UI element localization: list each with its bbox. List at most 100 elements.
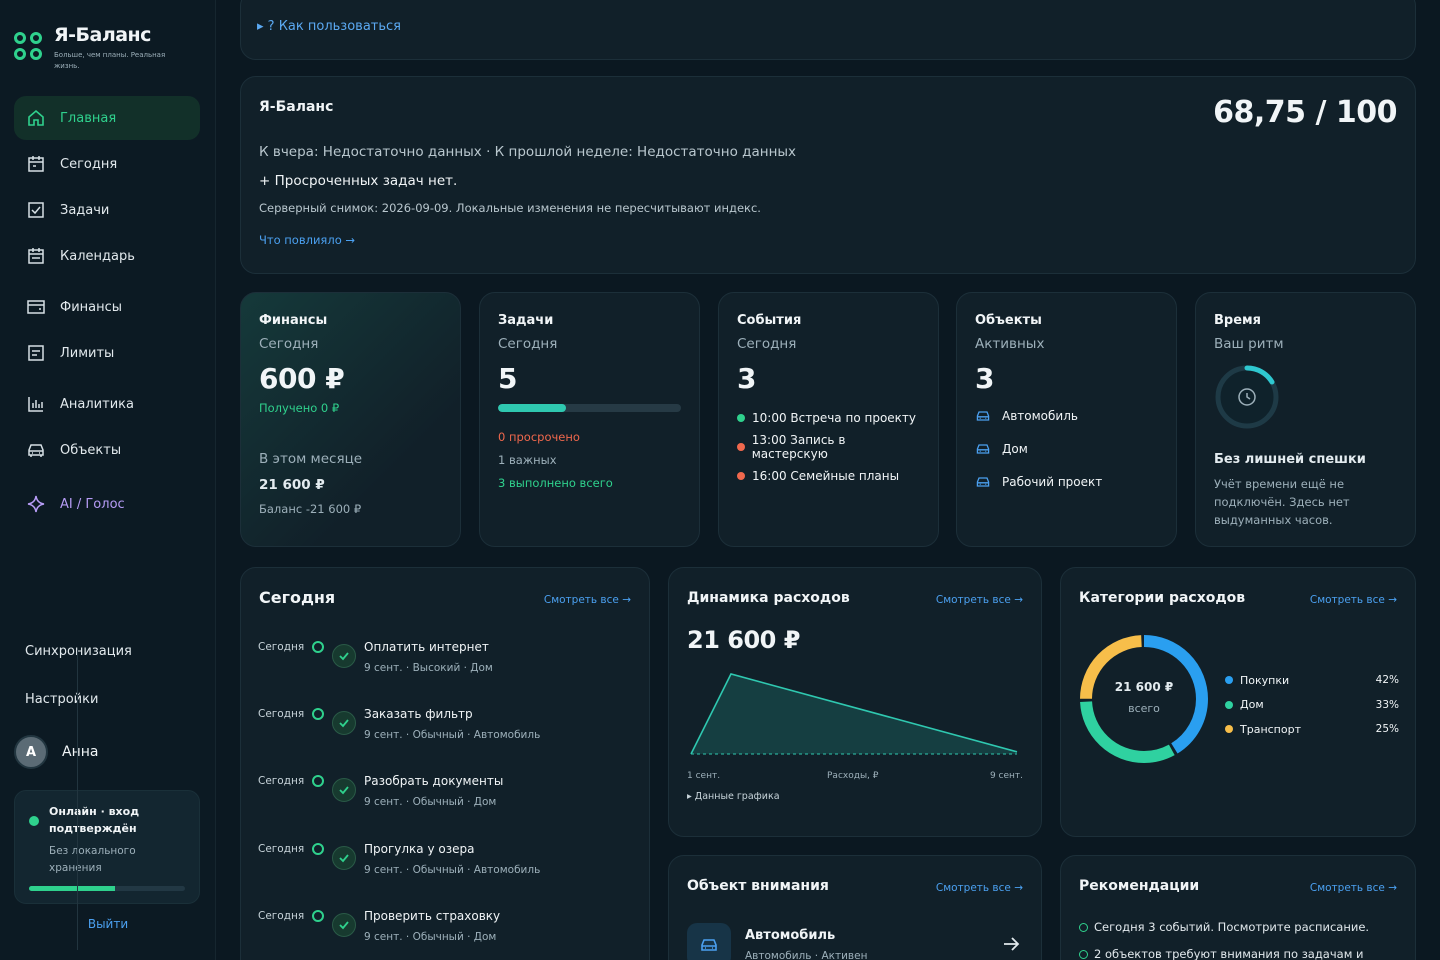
object-item[interactable]: Автомобиль bbox=[975, 399, 1158, 432]
event-item[interactable]: 13:00 Запись в мастерскую bbox=[737, 432, 920, 461]
task-item[interactable]: Сегодня Оплатить интернет 9 сент. · Высоки… bbox=[258, 640, 638, 701]
events-stat-card[interactable]: События Сегодня 3 10:00 Встреча по проек… bbox=[718, 292, 939, 547]
object-item[interactable]: Дом bbox=[975, 432, 1158, 465]
timeline-line bbox=[77, 650, 78, 950]
focus-object-panel: Объект внимания Смотреть все → Автомобил… bbox=[668, 855, 1042, 960]
legend-dot bbox=[1225, 700, 1233, 709]
task-meta: 9 сент. · Обычный · Дом bbox=[364, 930, 497, 943]
see-all-link[interactable]: Смотреть все → bbox=[1310, 594, 1397, 606]
see-all-link[interactable]: Смотреть все → bbox=[936, 594, 1023, 606]
arrow-right-icon[interactable] bbox=[1001, 934, 1021, 954]
task-done-checkbox[interactable] bbox=[332, 711, 356, 736]
nav-item-today[interactable]: Сегодня bbox=[14, 142, 200, 186]
nav-item-calendar[interactable]: Календарь bbox=[14, 234, 200, 278]
how-to-use-toggle[interactable]: ▸ ? Как пользоваться bbox=[240, 0, 1416, 60]
stat-title: Время bbox=[1214, 313, 1262, 328]
task-when: Сегодня bbox=[258, 775, 305, 788]
expense-area-chart[interactable] bbox=[687, 668, 1023, 764]
see-all-link[interactable]: Смотреть все → bbox=[544, 594, 631, 606]
nav-item-limits[interactable]: Лимиты bbox=[14, 331, 200, 375]
categories-legend: Покупки 42% Дом 33% Транспорт 25% bbox=[1225, 668, 1399, 742]
nav-item-analytics[interactable]: Аналитика bbox=[14, 382, 200, 426]
task-when: Сегодня bbox=[258, 909, 305, 922]
task-when: Сегодня bbox=[258, 708, 305, 721]
object-item[interactable]: Рабочий проект bbox=[975, 465, 1158, 498]
balance-text: Баланс -21 600 ₽ bbox=[259, 502, 362, 516]
task-item[interactable]: Сегодня Проверить страховку 9 сент. · Обыч… bbox=[258, 908, 638, 960]
legend-pct: 33% bbox=[1375, 698, 1399, 711]
event-item[interactable]: 16:00 Семейные планы bbox=[737, 461, 920, 490]
task-done-checkbox[interactable] bbox=[332, 912, 356, 937]
task-done-checkbox[interactable] bbox=[332, 644, 356, 668]
time-text: Учёт времени ещё не подключён. Здесь нет… bbox=[1214, 477, 1350, 527]
objects-stat-card[interactable]: Объекты Активных 3 Автомобиль Дом Рабочи… bbox=[956, 292, 1177, 547]
nav-item-objects[interactable]: Объекты bbox=[14, 428, 200, 472]
task-name: Оплатить интернет bbox=[364, 640, 489, 654]
donut-center-label: всего bbox=[1128, 702, 1160, 715]
list-icon bbox=[25, 342, 47, 364]
see-all-link[interactable]: Смотреть все → bbox=[1310, 882, 1397, 894]
nav-item-tasks[interactable]: Задачи bbox=[14, 188, 200, 232]
recommendation-item[interactable]: 2 объектов требуют внимания по задачам и bbox=[1079, 947, 1364, 960]
finance-stat-card[interactable]: Финансы Сегодня 600 ₽ Получено 0 ₽ В это… bbox=[240, 292, 461, 547]
nav-item-home[interactable]: Главная bbox=[14, 96, 200, 140]
legend-item[interactable]: Транспорт 25% bbox=[1225, 717, 1399, 742]
task-item[interactable]: Сегодня Разобрать документы 9 сент. · Обыч… bbox=[258, 774, 638, 835]
legend-name: Покупки bbox=[1240, 673, 1290, 687]
nav-item-finance[interactable]: Финансы bbox=[14, 285, 200, 329]
sync-link[interactable]: Синхронизация bbox=[25, 644, 132, 659]
chart-data-toggle[interactable]: ▸ Данные графика bbox=[687, 791, 780, 802]
see-all-link[interactable]: Смотреть все → bbox=[936, 882, 1023, 894]
stat-subtitle: Ваш ритм bbox=[1214, 336, 1284, 352]
check-icon bbox=[339, 719, 349, 728]
nav-label: AI / Голос bbox=[60, 496, 125, 512]
legend-item[interactable]: Дом 33% bbox=[1225, 693, 1399, 718]
check-icon bbox=[339, 786, 349, 795]
event-item[interactable]: 10:00 Встреча по проекту bbox=[737, 403, 920, 432]
chart-area bbox=[691, 674, 1017, 754]
logout-button[interactable]: Выйти bbox=[0, 917, 216, 931]
stat-title: Задачи bbox=[498, 313, 554, 328]
nav-label: Объекты bbox=[60, 442, 122, 458]
recommendation-text: 2 объектов требуют внимания по задачам и bbox=[1094, 947, 1364, 960]
task-meta: 9 сент. · Высокий · Дом bbox=[364, 662, 493, 674]
check-icon bbox=[339, 921, 349, 930]
timeline-node bbox=[312, 641, 324, 653]
important-count: 1 важных bbox=[498, 453, 557, 467]
overdue-count: 0 просрочено bbox=[498, 430, 580, 444]
legend-item[interactable]: Покупки 42% bbox=[1225, 668, 1399, 693]
stat-title: Финансы bbox=[259, 313, 328, 328]
event-text: 13:00 Запись в мастерскую bbox=[751, 432, 846, 461]
bullet-ring-icon bbox=[1079, 922, 1088, 932]
user-name: Анна bbox=[62, 744, 99, 760]
car-icon bbox=[25, 439, 47, 461]
time-stat-card[interactable]: Время Ваш ритм Без лишней спешки Учёт вр… bbox=[1195, 292, 1416, 547]
chart-series-label: Расходы, ₽ bbox=[827, 771, 879, 781]
event-dot bbox=[737, 413, 745, 422]
task-name: Прогулка у озера bbox=[364, 841, 475, 856]
stat-value: 600 ₽ bbox=[259, 362, 345, 395]
recommendation-item[interactable]: Сегодня 3 событий. Посмотрите расписание… bbox=[1079, 920, 1369, 934]
brand[interactable]: Я-Баланс Больше, чем планы. Реальная жиз… bbox=[14, 24, 178, 72]
task-item[interactable]: Сегодня Прогулка у озера 9 сент. · Обычный… bbox=[258, 841, 638, 903]
user-profile[interactable]: А Анна bbox=[14, 735, 98, 769]
nav-item-ai-voice[interactable]: AI / Голос bbox=[14, 482, 200, 526]
task-item[interactable]: Сегодня Заказать фильтр 9 сент. · Обычный … bbox=[258, 707, 638, 768]
task-done-checkbox[interactable] bbox=[332, 778, 356, 803]
settings-link[interactable]: Настройки bbox=[25, 692, 98, 707]
status-progress-bar bbox=[29, 886, 185, 891]
car-icon bbox=[976, 443, 990, 454]
legend-pct: 25% bbox=[1375, 723, 1399, 736]
comparison-text: К вчера: Недостаточно данных · К прошлой… bbox=[259, 144, 797, 160]
focus-object-name: Автомобиль bbox=[745, 928, 836, 943]
task-name: Проверить страховку bbox=[364, 908, 501, 923]
stat-title: Объекты bbox=[975, 313, 1042, 328]
tasks-stat-card[interactable]: Задачи Сегодня 5 0 просрочено 1 важных 3… bbox=[479, 292, 700, 547]
wallet-icon bbox=[25, 296, 47, 318]
check-icon bbox=[339, 652, 349, 661]
logo-icon bbox=[14, 24, 46, 60]
task-done-checkbox[interactable] bbox=[332, 845, 356, 870]
event-text: 10:00 Встреча по проекту bbox=[752, 410, 917, 425]
nav-label: Задачи bbox=[60, 202, 110, 218]
what-affected-link[interactable]: Что повлияло → bbox=[259, 233, 355, 247]
